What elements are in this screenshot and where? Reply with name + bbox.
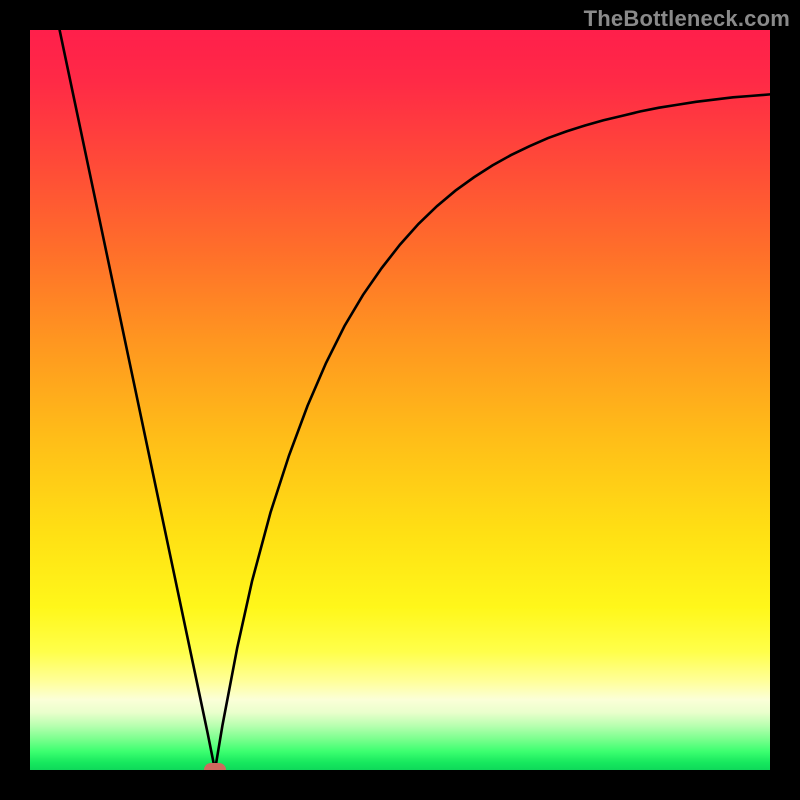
watermark-text: TheBottleneck.com <box>584 6 790 32</box>
chart-frame: TheBottleneck.com <box>0 0 800 800</box>
optimum-marker <box>204 763 226 770</box>
curve-layer <box>30 30 770 770</box>
plot-area <box>30 30 770 770</box>
bottleneck-curve <box>60 30 770 770</box>
